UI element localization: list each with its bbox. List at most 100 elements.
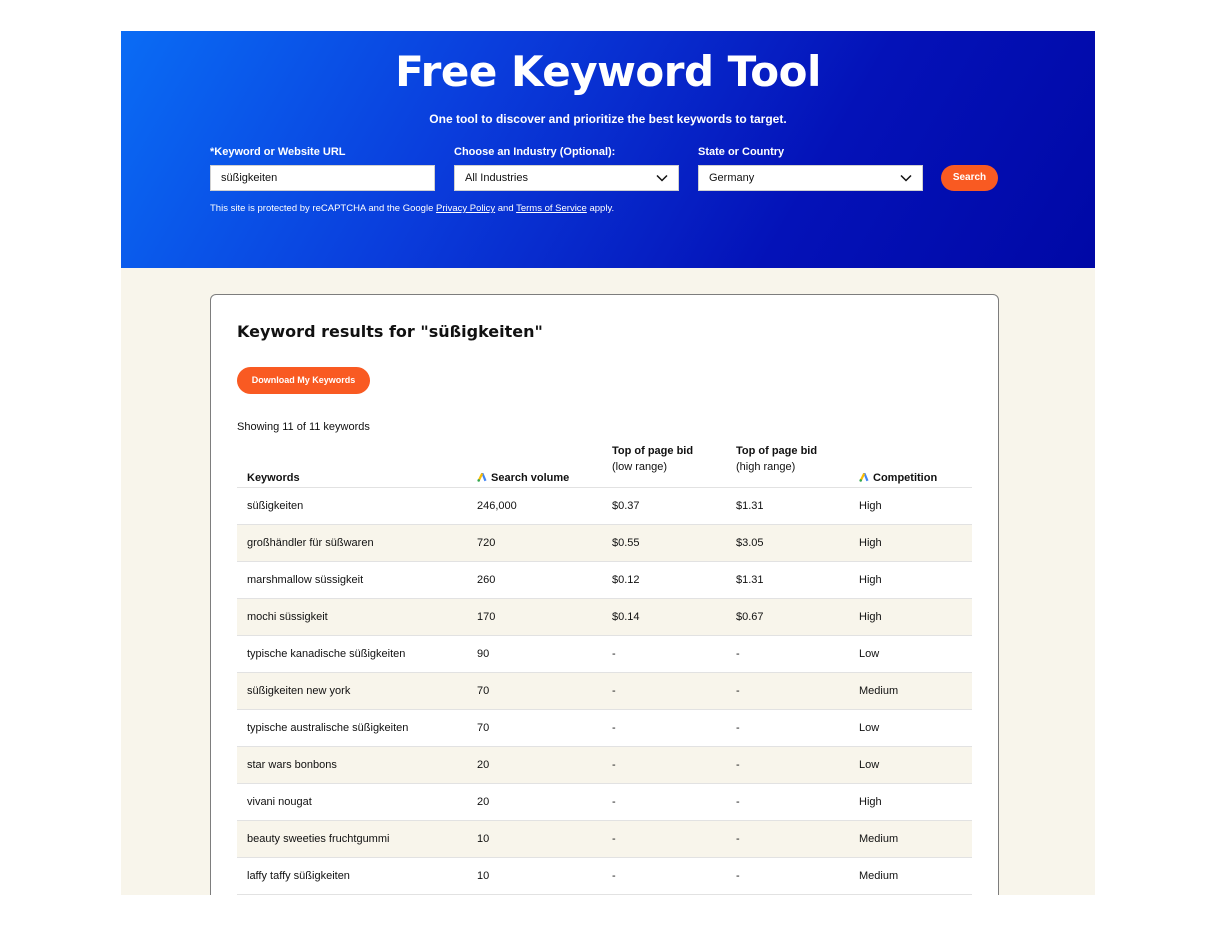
volume-cell: 170	[477, 611, 496, 623]
competition-cell: Low	[859, 722, 880, 734]
industry-select[interactable]: All Industries	[454, 165, 679, 191]
column-header-high-bid: Top of page bid (high range)	[736, 445, 817, 473]
table-row: typische australische süßigkeiten 70 - -…	[237, 710, 972, 747]
keyword-cell: vivani nougat	[247, 796, 312, 808]
recaptcha-suffix: apply.	[589, 203, 615, 214]
industry-select-value: All Industries	[465, 172, 528, 184]
volume-cell: 246,000	[477, 500, 517, 512]
high-bid-cell: $3.05	[736, 537, 764, 549]
recaptcha-and: and	[497, 203, 514, 214]
table-header: Keywords Search volume Top of page bid (…	[237, 445, 972, 488]
high-bid-cell: $1.31	[736, 574, 764, 586]
competition-cell: High	[859, 574, 882, 586]
table-row: süßigkeiten 246,000 $0.37 $1.31 High	[237, 488, 972, 525]
column-header-competition[interactable]: Competition	[859, 472, 937, 484]
column-header-search-volume-label: Search volume	[491, 472, 570, 484]
competition-cell: Medium	[859, 870, 899, 882]
low-bid-cell: $0.14	[612, 611, 640, 623]
high-bid-cell: -	[736, 870, 740, 882]
location-field-label: State or Country	[698, 146, 785, 158]
low-bid-cell: -	[612, 870, 616, 882]
recaptcha-prefix: This site is protected by reCAPTCHA and …	[210, 203, 434, 214]
low-bid-cell: -	[612, 685, 616, 697]
keyword-cell: großhändler für süßwaren	[247, 537, 374, 549]
column-header-search-volume[interactable]: Search volume	[477, 472, 569, 484]
page-subtitle: One tool to discover and prioritize the …	[429, 112, 787, 126]
table-row: süßigkeiten new york 70 - - Medium	[237, 673, 972, 710]
low-bid-cell: -	[612, 759, 616, 771]
competition-cell: High	[859, 537, 882, 549]
competition-cell: Medium	[859, 685, 899, 697]
page-container: Free Keyword Tool One tool to discover a…	[121, 31, 1095, 895]
table-row: beauty sweeties fruchtgummi 10 - - Mediu…	[237, 821, 972, 858]
location-select[interactable]: Germany	[698, 165, 923, 191]
low-bid-header-line1: Top of page bid	[612, 445, 694, 457]
recaptcha-notice: This site is protected by reCAPTCHA and …	[210, 203, 614, 214]
keyword-cell: typische kanadische süßigkeiten	[247, 648, 406, 660]
table-row: star wars bonbons 20 - - Low	[237, 747, 972, 784]
high-bid-cell: $0.67	[736, 611, 764, 623]
results-card: Keyword results for "süßigkeiten" Downlo…	[210, 294, 999, 895]
location-select-value: Germany	[709, 172, 755, 184]
competition-cell: High	[859, 500, 882, 512]
volume-cell: 260	[477, 574, 496, 586]
results-table-body: süßigkeiten 246,000 $0.37 $1.31 High gro…	[237, 488, 972, 895]
high-bid-cell: -	[736, 648, 740, 660]
high-bid-cell: -	[736, 722, 740, 734]
volume-cell: 20	[477, 796, 490, 808]
keyword-cell: süßigkeiten	[247, 500, 304, 512]
low-bid-cell: -	[612, 648, 616, 660]
volume-cell: 90	[477, 648, 490, 660]
competition-cell: Low	[859, 648, 880, 660]
column-header-keywords: Keywords	[247, 472, 300, 484]
hero-banner: Free Keyword Tool One tool to discover a…	[121, 31, 1095, 268]
keyword-cell: star wars bonbons	[247, 759, 337, 771]
column-header-competition-label: Competition	[873, 472, 938, 484]
table-row: mochi süssigkeit 170 $0.14 $0.67 High	[237, 599, 972, 636]
privacy-policy-link[interactable]: Privacy Policy	[436, 203, 495, 214]
column-header-low-bid: Top of page bid (low range)	[612, 445, 693, 473]
table-row: laffy taffy süßigkeiten 10 - - Medium	[237, 858, 972, 895]
keyword-field-label: *Keyword or Website URL	[210, 146, 346, 158]
google-ads-icon	[477, 473, 487, 482]
low-bid-cell: $0.12	[612, 574, 640, 586]
keyword-cell: typische australische süßigkeiten	[247, 722, 409, 734]
industry-field-label: Choose an Industry (Optional):	[454, 146, 616, 158]
keyword-input[interactable]	[221, 166, 424, 190]
download-keywords-button[interactable]: Download My Keywords	[237, 367, 370, 394]
terms-of-service-link[interactable]: Terms of Service	[516, 203, 587, 214]
competition-cell: Medium	[859, 833, 899, 845]
competition-cell: Low	[859, 759, 880, 771]
google-ads-icon	[859, 473, 869, 482]
low-bid-cell: -	[612, 722, 616, 734]
chevron-down-icon	[656, 174, 668, 182]
low-bid-header-line2: (low range)	[612, 461, 668, 473]
keyword-cell: marshmallow süssigkeit	[247, 574, 364, 586]
chevron-down-icon	[900, 174, 912, 182]
competition-cell: High	[859, 611, 882, 623]
keyword-cell: laffy taffy süßigkeiten	[247, 870, 350, 882]
high-bid-cell: -	[736, 759, 740, 771]
table-row: vivani nougat 20 - - High	[237, 784, 972, 821]
keyword-cell: beauty sweeties fruchtgummi	[247, 833, 390, 845]
keyword-cell: mochi süssigkeit	[247, 611, 328, 623]
keyword-cell: süßigkeiten new york	[247, 685, 351, 697]
high-bid-cell: $1.31	[736, 500, 764, 512]
high-bid-cell: -	[736, 796, 740, 808]
page-title: Free Keyword Tool	[395, 47, 821, 96]
table-row: marshmallow süssigkeit 260 $0.12 $1.31 H…	[237, 562, 972, 599]
volume-cell: 70	[477, 722, 490, 734]
results-title: Keyword results for "süßigkeiten"	[237, 322, 543, 341]
high-bid-cell: -	[736, 833, 740, 845]
volume-cell: 10	[477, 833, 490, 845]
keyword-field[interactable]	[210, 165, 435, 191]
volume-cell: 10	[477, 870, 490, 882]
low-bid-cell: $0.55	[612, 537, 640, 549]
low-bid-cell: -	[612, 796, 616, 808]
competition-cell: High	[859, 796, 882, 808]
volume-cell: 720	[477, 537, 496, 549]
low-bid-cell: -	[612, 833, 616, 845]
search-button[interactable]: Search	[941, 165, 998, 191]
table-row: typische kanadische süßigkeiten 90 - - L…	[237, 636, 972, 673]
table-row: großhändler für süßwaren 720 $0.55 $3.05…	[237, 525, 972, 562]
